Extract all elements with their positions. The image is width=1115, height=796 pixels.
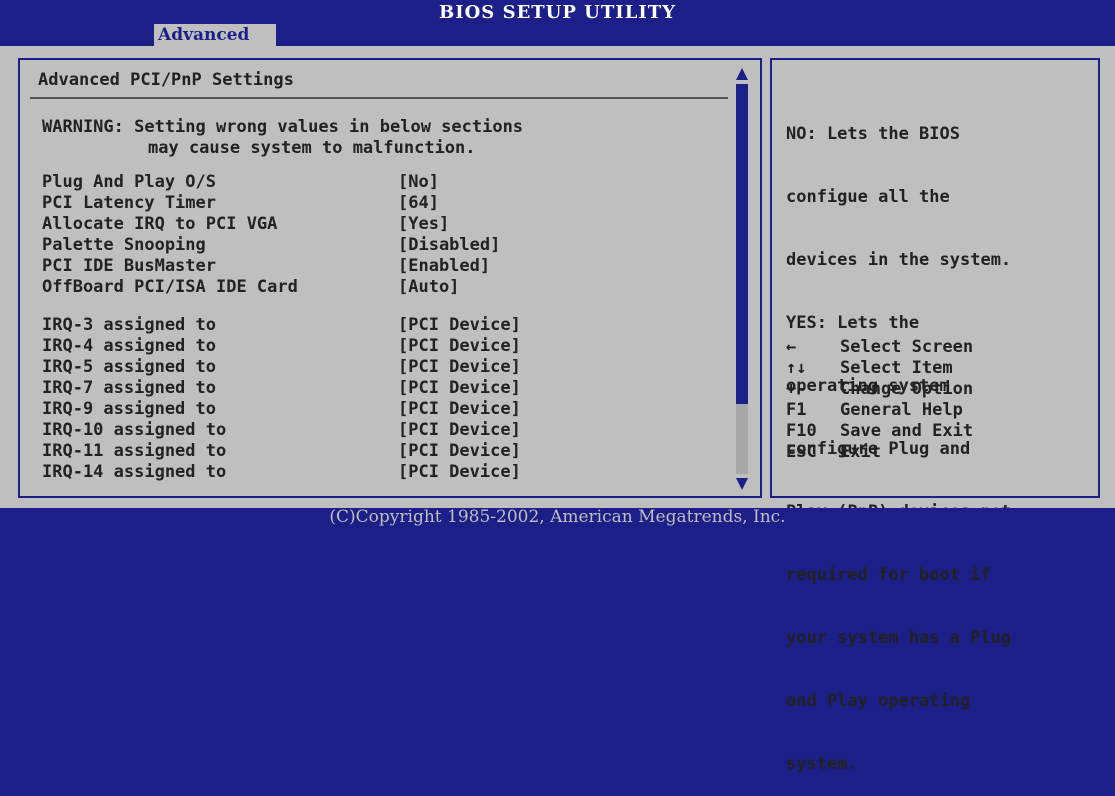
- legend-desc: Save and Exit: [840, 421, 974, 441]
- setting-palette-snooping[interactable]: Palette Snooping [Disabled]: [42, 235, 722, 256]
- setting-label: Allocate IRQ to PCI VGA: [42, 214, 278, 234]
- help-line: your system has a Plug: [786, 628, 1012, 648]
- help-line: and Play operating: [786, 691, 971, 711]
- help-line: required for boot if: [786, 565, 991, 585]
- setting-value[interactable]: [PCI Device]: [398, 336, 521, 357]
- setting-irq-5[interactable]: IRQ-5 assigned to [PCI Device]: [42, 357, 722, 378]
- setting-value[interactable]: [PCI Device]: [398, 420, 521, 441]
- setting-label: IRQ-5 assigned to: [42, 357, 216, 377]
- legend-desc: Exit: [840, 442, 881, 462]
- heading-divider: [30, 97, 728, 99]
- help-line: configue all the: [786, 187, 950, 207]
- setting-irq-10[interactable]: IRQ-10 assigned to [PCI Device]: [42, 420, 722, 441]
- setting-label: IRQ-11 assigned to: [42, 441, 227, 461]
- setting-irq-vga[interactable]: Allocate IRQ to PCI VGA [Yes]: [42, 214, 722, 235]
- setting-irq-9[interactable]: IRQ-9 assigned to [PCI Device]: [42, 399, 722, 420]
- warning-line-2: may cause system to malfunction.: [148, 138, 476, 158]
- help-line: system.: [786, 754, 858, 774]
- up-down-arrow-icon: ↑↓: [786, 358, 807, 378]
- setting-label: Plug And Play O/S: [42, 172, 216, 192]
- setting-label: IRQ-10 assigned to: [42, 420, 227, 440]
- legend-select-screen: ← Select Screen: [786, 337, 1086, 358]
- setting-value[interactable]: [PCI Device]: [398, 378, 521, 399]
- bios-title: BIOS SETUP UTILITY: [438, 2, 677, 23]
- left-arrow-icon: ←: [786, 337, 797, 357]
- setting-label: PCI Latency Timer: [42, 193, 216, 213]
- setting-irq-4[interactable]: IRQ-4 assigned to [PCI Device]: [42, 336, 722, 357]
- setting-value[interactable]: [No]: [398, 172, 439, 193]
- legend-desc: General Help: [840, 400, 963, 420]
- legend-select-item: ↑↓ Select Item: [786, 358, 1086, 379]
- tab-advanced[interactable]: Advanced: [154, 24, 276, 46]
- setting-label: IRQ-9 assigned to: [42, 399, 216, 419]
- setting-irq-7[interactable]: IRQ-7 assigned to [PCI Device]: [42, 378, 722, 399]
- setting-label: Palette Snooping: [42, 235, 206, 255]
- setting-label: IRQ-14 assigned to: [42, 462, 227, 482]
- setting-ide-busmaster[interactable]: PCI IDE BusMaster [Enabled]: [42, 256, 722, 277]
- setting-plug-and-play[interactable]: Plug And Play O/S [No]: [42, 172, 722, 193]
- scroll-up-icon[interactable]: [735, 66, 749, 82]
- setting-label: IRQ-4 assigned to: [42, 336, 216, 356]
- setting-value[interactable]: [PCI Device]: [398, 441, 521, 462]
- setting-irq-3[interactable]: IRQ-3 assigned to [PCI Device]: [42, 315, 722, 336]
- legend-save-exit: F10 Save and Exit: [786, 421, 1086, 442]
- legend-desc: Select Item: [840, 358, 953, 378]
- setting-value[interactable]: [Enabled]: [398, 256, 490, 277]
- setting-irq-11[interactable]: IRQ-11 assigned to [PCI Device]: [42, 441, 722, 462]
- scroll-down-icon[interactable]: [735, 476, 749, 492]
- setting-irq-14[interactable]: IRQ-14 assigned to [PCI Device]: [42, 462, 722, 483]
- setting-value[interactable]: [PCI Device]: [398, 357, 521, 378]
- setting-offboard-ide[interactable]: OffBoard PCI/ISA IDE Card [Auto]: [42, 277, 722, 298]
- scrollbar-track[interactable]: [736, 404, 748, 474]
- setting-label: OffBoard PCI/ISA IDE Card: [42, 277, 298, 297]
- legend-desc: Select Screen: [840, 337, 974, 357]
- setting-value[interactable]: [Auto]: [398, 277, 459, 298]
- setting-pci-latency[interactable]: PCI Latency Timer [64]: [42, 193, 722, 214]
- legend-key: F10: [786, 421, 817, 441]
- setting-value[interactable]: [PCI Device]: [398, 315, 521, 336]
- help-line: YES: Lets the: [786, 313, 920, 333]
- copyright-footer: (C)Copyright 1985-2002, American Megatre…: [0, 508, 1115, 527]
- legend-key: ESC: [786, 442, 817, 462]
- setting-value[interactable]: [PCI Device]: [398, 462, 521, 483]
- setting-label: IRQ-3 assigned to: [42, 315, 216, 335]
- setting-label: IRQ-7 assigned to: [42, 378, 216, 398]
- setting-value[interactable]: [PCI Device]: [398, 399, 521, 420]
- page-title: Advanced PCI/PnP Settings: [38, 70, 294, 90]
- warning-line-1: WARNING: Setting wrong values in below s…: [42, 117, 524, 137]
- legend-key: F1: [786, 400, 807, 420]
- legend-key: +-: [786, 379, 807, 399]
- help-line: devices in the system.: [786, 250, 1012, 270]
- setting-value[interactable]: [Disabled]: [398, 235, 500, 256]
- legend-desc: Change Option: [840, 379, 974, 399]
- setting-label: PCI IDE BusMaster: [42, 256, 216, 276]
- scrollbar-thumb[interactable]: [736, 84, 748, 404]
- legend-general-help: F1 General Help: [786, 400, 1086, 421]
- setting-value[interactable]: [Yes]: [398, 214, 449, 235]
- help-line: NO: Lets the BIOS: [786, 124, 960, 144]
- setting-value[interactable]: [64]: [398, 193, 439, 214]
- legend-change-option: +- Change Option: [786, 379, 1086, 400]
- legend-exit: ESC Exit: [786, 442, 1086, 463]
